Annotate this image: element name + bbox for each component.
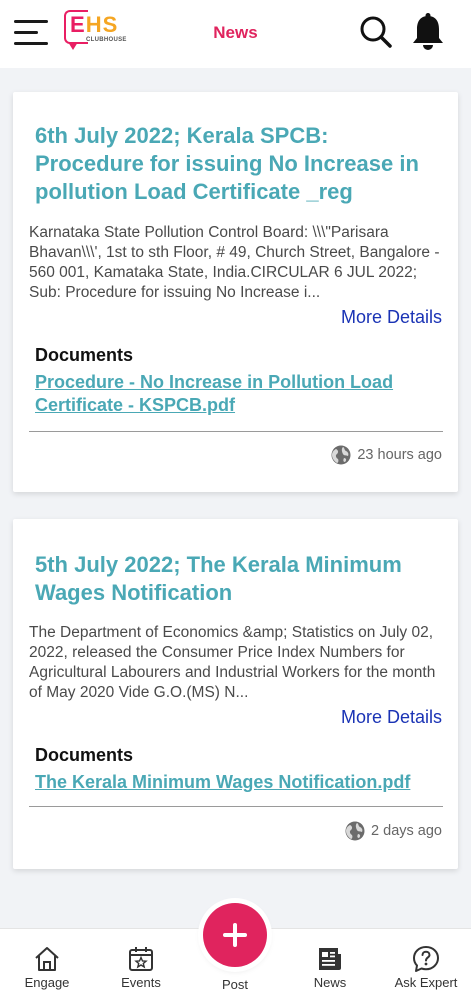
- nav-news[interactable]: News: [295, 929, 365, 1000]
- nav-label: Engage: [24, 975, 70, 990]
- document-link[interactable]: Procedure - No Increase in Pollution Loa…: [35, 371, 435, 417]
- news-card[interactable]: 5th July 2022; The Kerala Minimum Wages …: [13, 519, 458, 869]
- nav-label: Ask Expert: [394, 975, 458, 990]
- app-header: EHS CLUBHOUSE News: [0, 0, 471, 68]
- nav-label: Events: [121, 975, 161, 990]
- bell-icon[interactable]: [410, 12, 446, 52]
- divider: [29, 431, 443, 432]
- question-bubble-icon: [413, 946, 439, 972]
- news-title[interactable]: 6th July 2022; Kerala SPCB: Procedure fo…: [35, 122, 435, 206]
- newspaper-icon: [319, 948, 341, 970]
- nav-ask-expert[interactable]: Ask Expert: [386, 929, 466, 1000]
- divider: [29, 806, 443, 807]
- plus-icon[interactable]: [203, 903, 267, 967]
- page-title: News: [213, 23, 258, 42]
- timestamp: 23 hours ago: [331, 445, 442, 465]
- timestamp: 2 days ago: [345, 821, 442, 841]
- nav-engage[interactable]: Engage: [12, 929, 82, 1000]
- documents-label: Documents: [35, 745, 134, 765]
- news-summary: The Department of Economics &amp; Statis…: [29, 624, 436, 701]
- nav-events[interactable]: Events: [106, 929, 176, 1000]
- globe-icon: [345, 821, 365, 841]
- documents-label: Documents: [35, 345, 134, 365]
- globe-icon: [331, 445, 351, 465]
- nav-label: News: [313, 975, 347, 990]
- calendar-star-icon: [129, 947, 153, 971]
- nav-label: Post: [221, 977, 248, 992]
- news-card[interactable]: 6th July 2022; Kerala SPCB: Procedure fo…: [13, 92, 458, 492]
- news-summary: Karnataka State Pollution Control Board:…: [29, 224, 440, 301]
- news-title[interactable]: 5th July 2022; The Kerala Minimum Wages …: [35, 551, 435, 607]
- search-icon[interactable]: [358, 14, 394, 50]
- more-details-link[interactable]: More Details: [341, 707, 442, 728]
- document-link[interactable]: The Kerala Minimum Wages Notification.pd…: [35, 771, 435, 794]
- home-icon: [35, 947, 59, 971]
- more-details-link[interactable]: More Details: [341, 307, 442, 328]
